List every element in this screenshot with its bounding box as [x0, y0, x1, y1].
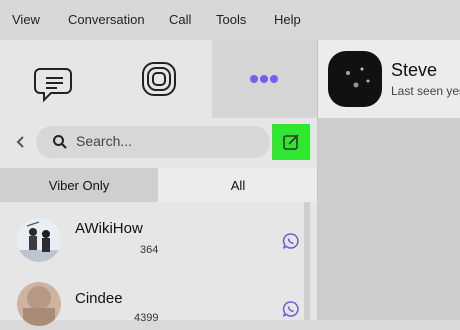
conversation-header: Steve Last seen yes [318, 40, 460, 118]
last-seen-status: Last seen yes [391, 84, 460, 98]
tab-all-label: All [230, 178, 246, 193]
chat-list-scrollbar[interactable] [304, 202, 310, 320]
tab-viber-only-label: Viber Only [48, 178, 110, 193]
chat-subtitle: 364 [140, 244, 159, 256]
chats-button[interactable] [0, 40, 106, 118]
chat-subtitle: 4399 [134, 312, 159, 324]
tab-viber-only[interactable]: Viber Only [0, 168, 158, 202]
more-button[interactable] [212, 40, 318, 118]
viber-icon [282, 233, 299, 250]
conversation-body [318, 118, 460, 320]
search-placeholder: Search... [76, 133, 133, 149]
stories-icon [142, 62, 176, 96]
compose-icon [283, 134, 299, 150]
chevron-left-icon[interactable] [14, 134, 28, 150]
compose-button[interactable] [272, 124, 310, 160]
stories-button[interactable] [106, 40, 212, 118]
contact-name: Steve [391, 60, 438, 80]
menu-bar: View Conversation Call Tools Help [0, 0, 460, 40]
chat-list: AWikiHow 364 Cindee 4399 [0, 202, 318, 326]
menu-call[interactable]: Call [169, 12, 191, 27]
chat-row-cindee[interactable]: Cindee 4399 [0, 270, 310, 330]
tab-all[interactable]: All [158, 168, 318, 202]
chat-bubble-icon [34, 68, 72, 103]
menu-tools[interactable]: Tools [216, 12, 246, 27]
search-input[interactable] [36, 126, 270, 158]
avatar [17, 218, 61, 262]
menu-help[interactable]: Help [274, 12, 301, 27]
menu-conversation[interactable]: Conversation [68, 12, 145, 27]
search-icon [53, 135, 67, 149]
chat-row-awikihow[interactable]: AWikiHow 364 [0, 208, 310, 268]
viber-icon [282, 301, 299, 318]
chat-name: AWikiHow [75, 220, 143, 237]
menu-view[interactable]: View [12, 12, 40, 27]
toolbar [0, 40, 318, 118]
avatar [17, 282, 61, 326]
chat-name: Cindee [75, 290, 123, 307]
avatar [328, 51, 382, 107]
more-dots-icon [250, 75, 278, 83]
